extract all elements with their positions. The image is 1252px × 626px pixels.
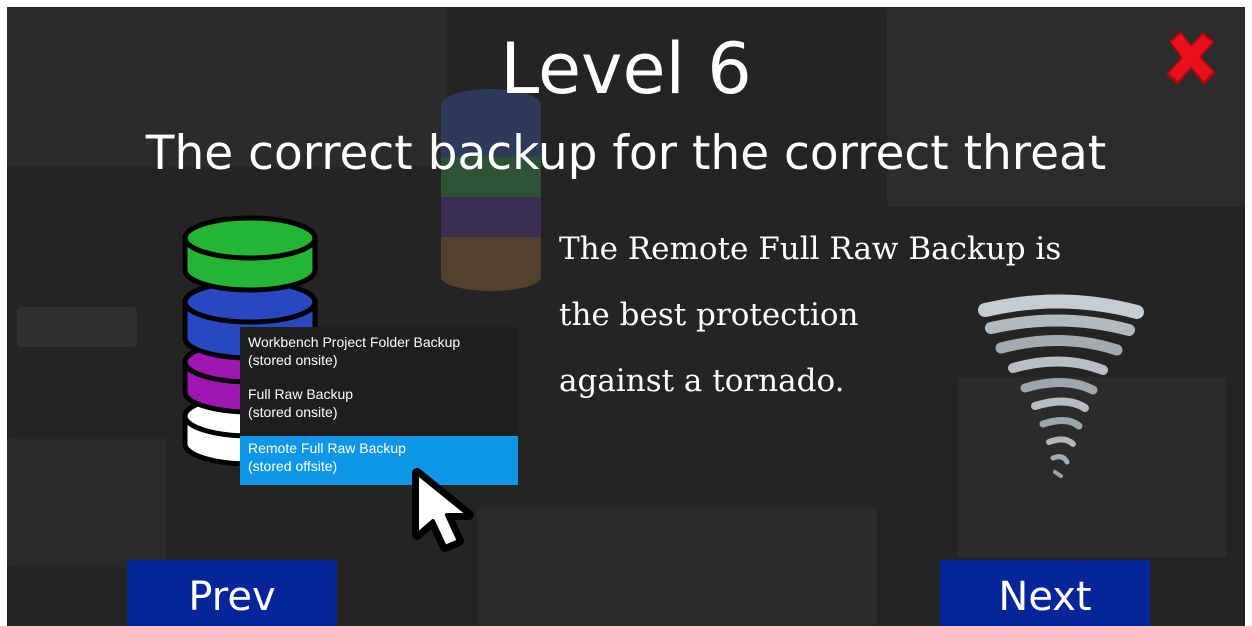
menu-item-sublabel: (stored onsite) [248,352,338,368]
menu-item-workbench-backup[interactable]: Workbench Project Folder Backup (stored … [240,333,518,379]
tornado-icon [978,294,1144,478]
explanation-line: The Remote Full Raw Backup is [559,231,1062,267]
level-title: Level 6 [500,28,752,110]
menu-item-label: Remote Full Raw Backup [248,440,406,456]
mouse-pointer-icon [412,468,474,552]
game-screen: Level 6 The correct backup for the corre… [7,7,1245,626]
menu-item-label: Workbench Project Folder Backup [248,334,461,350]
close-x-icon [1166,31,1216,85]
menu-item-label: Full Raw Backup [248,386,354,402]
prev-button[interactable]: Prev [127,560,337,626]
close-button[interactable] [1161,29,1221,87]
backup-options-menu: Workbench Project Folder Backup (stored … [240,327,518,485]
menu-item-sublabel: (stored onsite) [248,404,338,420]
level-subtitle: The correct backup for the correct threa… [145,126,1107,181]
next-button[interactable]: Next [940,560,1150,626]
menu-item-full-raw-backup[interactable]: Full Raw Backup (stored onsite) [240,385,518,431]
